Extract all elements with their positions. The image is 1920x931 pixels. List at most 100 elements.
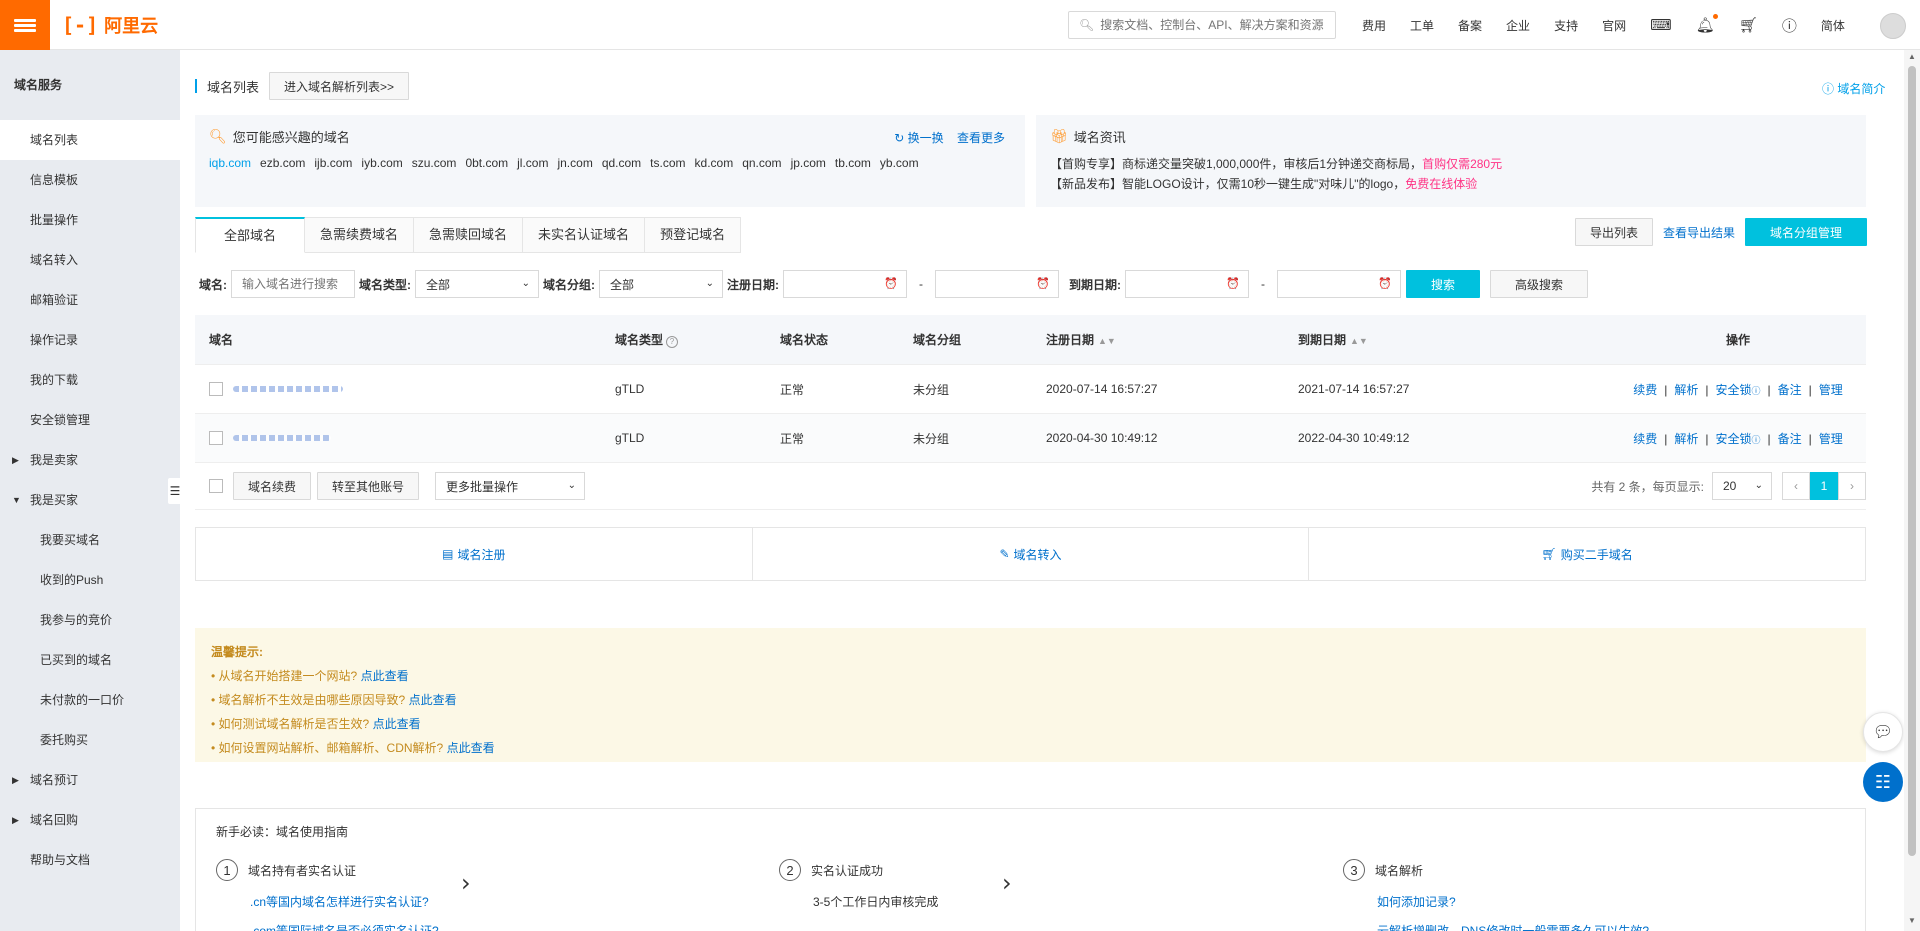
nav-official[interactable]: 官网 — [1590, 17, 1638, 34]
menu-toggle-button[interactable] — [0, 0, 50, 50]
search-button[interactable]: 搜索 — [1406, 270, 1480, 298]
security-lock-link[interactable]: 安全锁ⓘ — [1715, 432, 1760, 446]
sidebar-item-preorder[interactable]: ▶ 域名预订 — [0, 760, 180, 800]
tab-renew-urgent[interactable]: 急需续费域名 — [305, 217, 415, 253]
sidebar-item-seller[interactable]: ▶ 我是卖家 — [0, 440, 180, 480]
sidebar-item-domain-list[interactable]: 域名列表 — [0, 120, 180, 160]
nav-enterprise[interactable]: 企业 — [1494, 17, 1542, 34]
sidebar-item-security-lock[interactable]: 安全锁管理 — [0, 400, 180, 440]
sidebar-item-bought[interactable]: 已买到的域名 — [0, 640, 180, 680]
domain-search-input[interactable] — [242, 277, 344, 291]
reg-date-end[interactable]: ⏰ — [935, 270, 1059, 298]
tab-preregister[interactable]: 预登记域名 — [645, 217, 742, 253]
aliyun-logo[interactable]: [-] 阿里云 — [62, 13, 158, 37]
sidebar-item-transfer-in[interactable]: 域名转入 — [0, 240, 180, 280]
tab-unverified[interactable]: 未实名认证域名 — [523, 217, 646, 253]
renew-link[interactable]: 续费 — [1633, 383, 1657, 397]
suggested-domain[interactable]: ezb.com — [260, 156, 305, 170]
help-icon[interactable]: ⓘ — [1770, 15, 1809, 36]
sidebar-item-entrust[interactable]: 委托购买 — [0, 720, 180, 760]
sidebar-item-push[interactable]: 收到的Push — [0, 560, 180, 600]
row-checkbox[interactable] — [209, 431, 223, 445]
guide-link[interactable]: .com等国际域名是否必须实名认证? — [250, 922, 439, 931]
group-manage-button[interactable]: 域名分组管理 — [1745, 218, 1868, 246]
sidebar-item-batch[interactable]: 批量操作 — [0, 200, 180, 240]
prev-page-button[interactable]: ‹ — [1782, 472, 1810, 500]
terminal-icon[interactable]: ⌨ — [1638, 16, 1684, 34]
export-list-button[interactable]: 导出列表 — [1575, 218, 1654, 246]
guide-link[interactable]: 如何添加记录? — [1377, 893, 1649, 910]
scroll-up-icon[interactable]: ▲ — [1908, 52, 1916, 61]
nav-support[interactable]: 支持 — [1542, 17, 1590, 34]
news-link[interactable]: 免费在线体验 — [1405, 177, 1477, 191]
exp-date-start[interactable]: ⏰ — [1125, 270, 1249, 298]
bell-icon[interactable]: 🔔︎ — [1684, 14, 1727, 34]
exp-date-end[interactable]: ⏰ — [1277, 270, 1401, 298]
global-search-input[interactable] — [1100, 18, 1331, 32]
register-domain-button[interactable]: ▤ 域名注册 — [196, 528, 753, 580]
suggested-domain[interactable]: qd.com — [602, 156, 641, 170]
suggested-domain[interactable]: 0bt.com — [465, 156, 508, 170]
transfer-domain-button[interactable]: ✎ 域名转入 — [753, 528, 1310, 580]
resolve-link[interactable]: 解析 — [1674, 383, 1698, 397]
sidebar-item-bids[interactable]: 我参与的竞价 — [0, 600, 180, 640]
reg-date-start[interactable]: ⏰ — [783, 270, 907, 298]
suggested-domain[interactable]: iqb.com — [209, 156, 251, 170]
buy-secondhand-button[interactable]: 🛒︎ 购买二手域名 — [1309, 528, 1865, 580]
row-checkbox[interactable] — [209, 382, 223, 396]
suggested-domain[interactable]: qn.com — [742, 156, 781, 170]
scrollbar-thumb[interactable] — [1908, 66, 1916, 856]
question-icon[interactable]: ? — [666, 336, 679, 348]
tip-link[interactable]: 点此查看 — [373, 717, 421, 731]
type-select[interactable]: 全部 ⌄ — [415, 270, 539, 298]
nav-ticket[interactable]: 工单 — [1398, 17, 1446, 34]
tab-all-domains[interactable]: 全部域名 — [195, 217, 306, 253]
suggested-domain[interactable]: tb.com — [835, 156, 871, 170]
sidebar-item-email-verify[interactable]: 邮箱验证 — [0, 280, 180, 320]
renew-link[interactable]: 续费 — [1633, 432, 1657, 446]
scroll-down-icon[interactable]: ▼ — [1908, 916, 1916, 925]
next-page-button[interactable]: › — [1838, 472, 1866, 500]
suggested-domain[interactable]: jl.com — [517, 156, 548, 170]
goto-dns-list-button[interactable]: 进入域名解析列表>> — [269, 72, 410, 100]
sidebar-item-unpaid[interactable]: 未付款的一口价 — [0, 680, 180, 720]
security-lock-link[interactable]: 安全锁ⓘ — [1715, 383, 1760, 397]
batch-renew-button[interactable]: 域名续费 — [233, 472, 311, 500]
scrollbar[interactable]: ▲ ▼ — [1904, 50, 1920, 931]
sidebar-item-buyback[interactable]: ▶ 域名回购 — [0, 800, 180, 840]
page-size-select[interactable]: 20 ⌄ — [1712, 472, 1772, 500]
suggested-domain[interactable]: kd.com — [695, 156, 734, 170]
page-number[interactable]: 1 — [1810, 472, 1838, 500]
tip-link[interactable]: 点此查看 — [447, 741, 495, 755]
suggested-domain[interactable]: iyb.com — [361, 156, 402, 170]
chat-button[interactable]: 💬︎ — [1863, 712, 1903, 752]
guide-link[interactable]: 云解析增删改、DNS修改时一般需要多久可以生效? — [1377, 922, 1649, 931]
sidebar-item-help[interactable]: 帮助与文档 — [0, 840, 180, 880]
advanced-search-button[interactable]: 高级搜索 — [1490, 270, 1588, 298]
suggested-domain[interactable]: ts.com — [650, 156, 685, 170]
tip-link[interactable]: 点此查看 — [409, 693, 457, 707]
tab-redeem-urgent[interactable]: 急需赎回域名 — [414, 217, 524, 253]
batch-ops-select[interactable]: 更多批量操作 ⌄ — [435, 472, 585, 500]
suggested-domain[interactable]: ijb.com — [314, 156, 352, 170]
avatar[interactable] — [1880, 13, 1906, 39]
transfer-account-button[interactable]: 转至其他账号 — [317, 472, 419, 500]
apps-button[interactable]: ☷ — [1863, 762, 1903, 802]
blurred-domain-name[interactable] — [233, 386, 343, 392]
guide-link[interactable]: .cn等国内域名怎样进行实名认证? — [250, 893, 439, 910]
sidebar-item-buyer[interactable]: ▼ 我是买家 — [0, 480, 180, 520]
language-switch[interactable]: 简体 — [1809, 17, 1857, 34]
group-select[interactable]: 全部 ⌄ — [599, 270, 723, 298]
suggested-domain[interactable]: szu.com — [412, 156, 457, 170]
view-more-link[interactable]: 查看更多 — [957, 131, 1005, 145]
remark-link[interactable]: 备注 — [1778, 383, 1802, 397]
view-export-link[interactable]: 查看导出结果 — [1663, 224, 1735, 241]
remark-link[interactable]: 备注 — [1778, 432, 1802, 446]
select-all-checkbox[interactable] — [209, 479, 223, 493]
refresh-link[interactable]: ↻ 换一换 — [894, 131, 943, 145]
nav-billing[interactable]: 费用 — [1350, 17, 1398, 34]
sidebar-item-downloads[interactable]: 我的下载 — [0, 360, 180, 400]
manage-link[interactable]: 管理 — [1819, 383, 1843, 397]
sort-reg-date[interactable]: 注册日期 ▲▼ — [1046, 331, 1298, 348]
resolve-link[interactable]: 解析 — [1674, 432, 1698, 446]
